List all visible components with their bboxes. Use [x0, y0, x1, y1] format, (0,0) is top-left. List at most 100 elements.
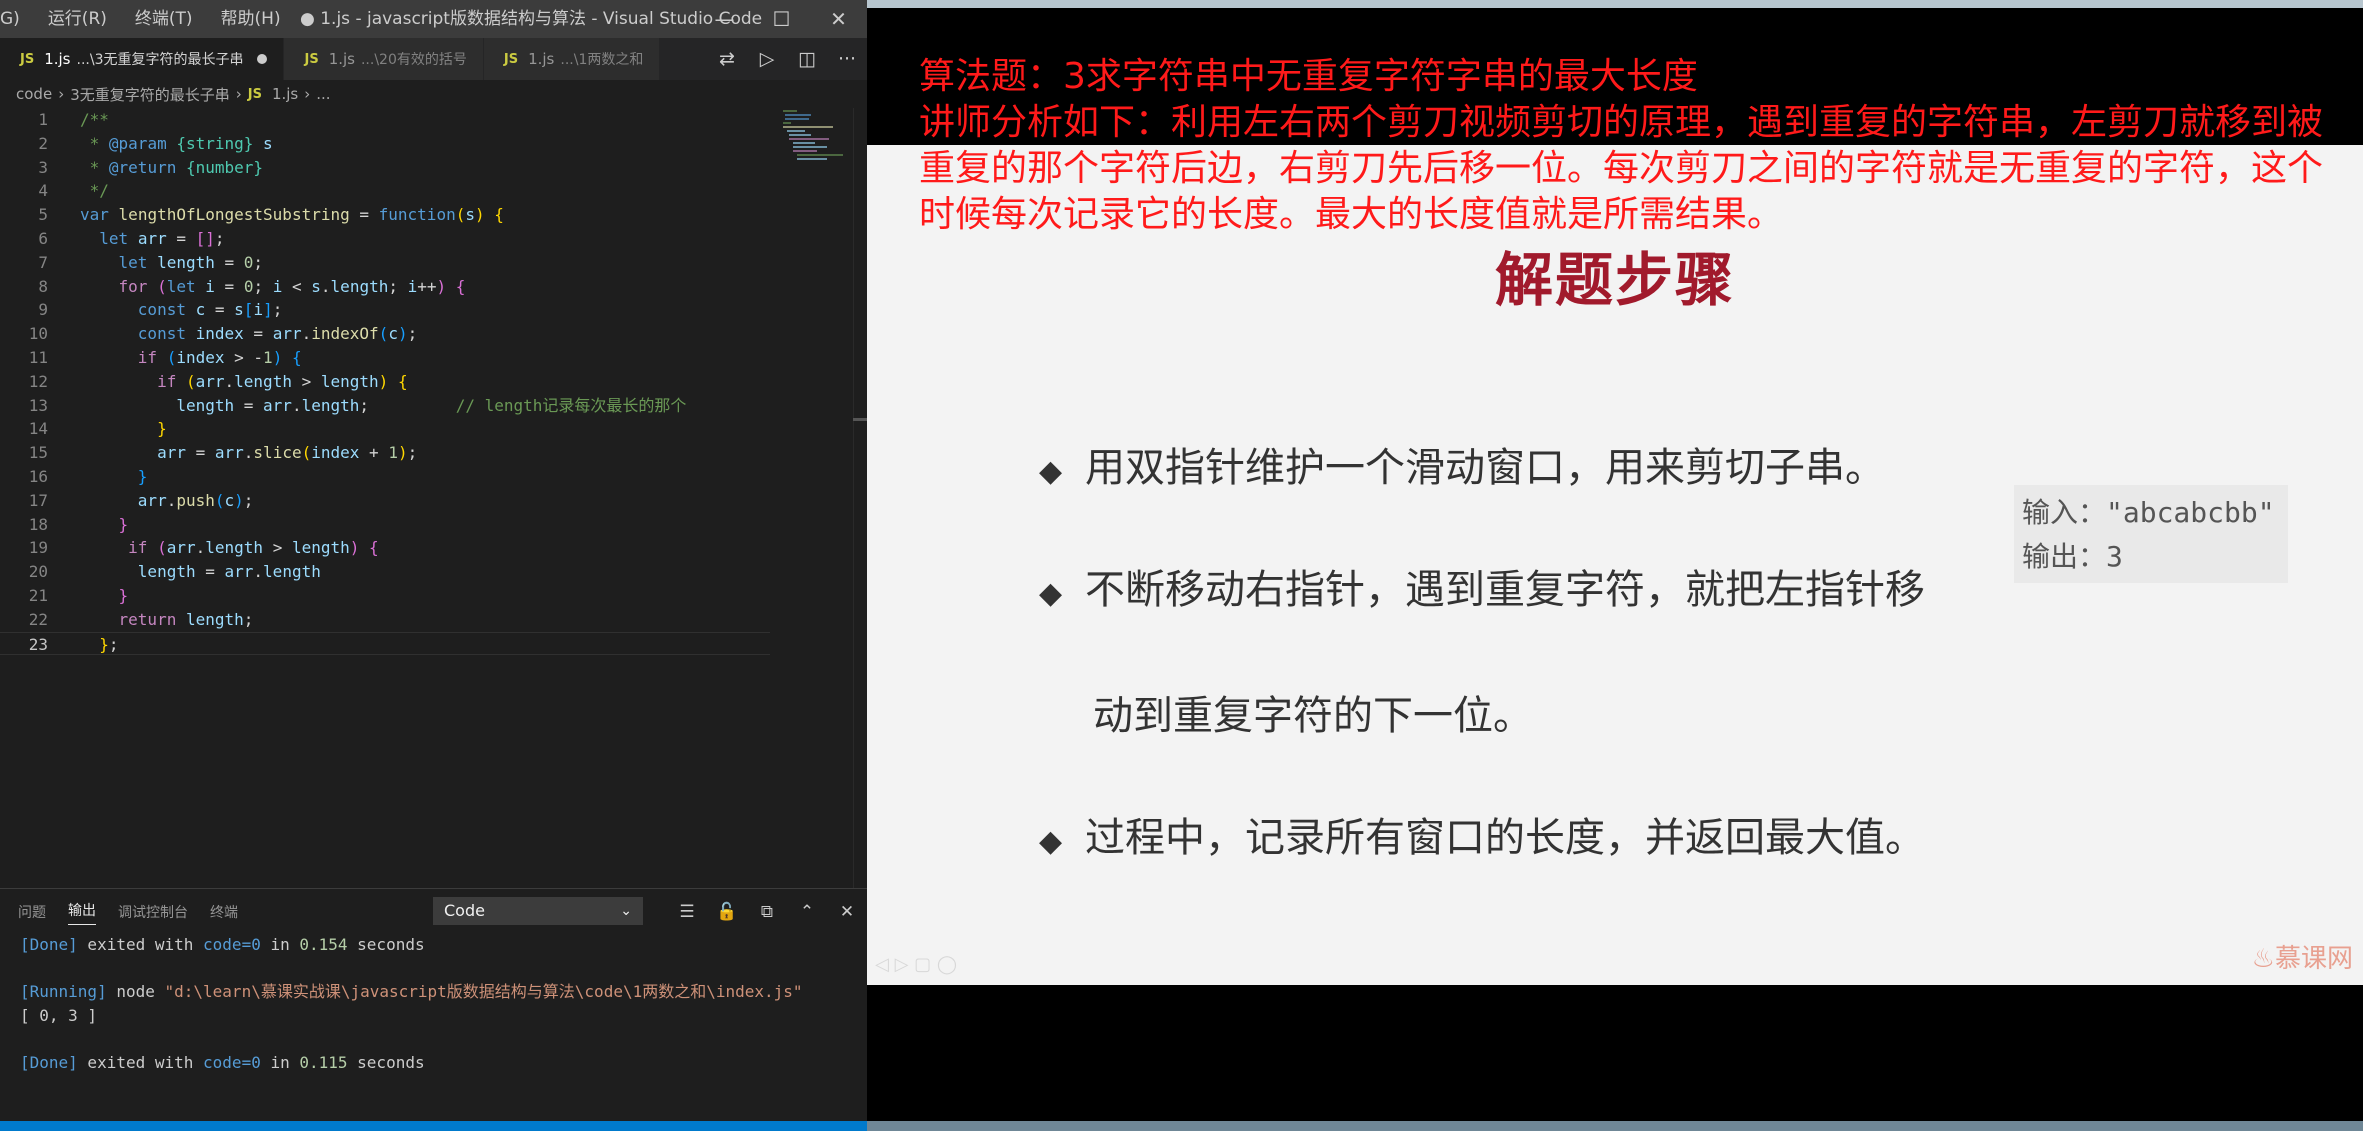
minimize-button[interactable]: — [696, 0, 753, 38]
example-output: 输出：3 [2022, 540, 2123, 573]
code-line[interactable]: let length = 0; [80, 251, 264, 275]
code-line[interactable]: */ [80, 179, 109, 203]
lecture-slide: 解题步骤 ◆ 用双指针维护一个滑动窗口，用来剪切子串。 ◆ 不断移动右指针，遇到重复… [867, 145, 2363, 985]
more-actions-icon[interactable]: ··· [827, 48, 867, 70]
breadcrumb-file[interactable]: 1.js [272, 85, 298, 103]
line-number: 23 [28, 634, 48, 654]
tab-path: ...\3无重复字符的最长子串 [76, 52, 244, 68]
breadcrumb-tail[interactable]: ... [316, 85, 330, 103]
code-line[interactable]: for (let i = 0; i < s.length; i++) { [80, 275, 466, 299]
code-line[interactable]: } [80, 465, 148, 489]
tab-20-valid-brackets[interactable]: JS 1.js ...\20有效的括号 [284, 38, 484, 80]
output-line-blank [20, 1027, 803, 1051]
code-line[interactable]: length = arr.length; // length记录每次最长的那个 [80, 394, 686, 418]
compare-changes-icon[interactable]: ⇄ [707, 48, 747, 70]
output-line: [Done] exited with code=0 in 0.115 secon… [20, 1052, 425, 1072]
example-input: 输入："abcabcbb" [2022, 496, 2275, 529]
js-file-icon: JS [503, 51, 519, 67]
video-player[interactable]: 解题步骤 ◆ 用双指针维护一个滑动窗口，用来剪切子串。 ◆ 不断移动右指针，遇到重复… [867, 0, 2363, 1131]
code-line[interactable]: } [80, 584, 129, 608]
subtitle-overlay: 算法题：3求字符串中无重复字符字串的最大长度 讲师分析如下：利用左右两个剪刀视频… [919, 54, 2349, 238]
output-channel-value: Code [444, 901, 485, 920]
scrollbar-marker [853, 418, 867, 421]
breadcrumb: code › 3无重复字符的最长子串 › JS 1.js › ... [0, 80, 867, 108]
tab-terminal[interactable]: 终端 [210, 902, 238, 922]
line-number: 2 [38, 133, 48, 153]
subtitle-line: 重复的那个字符后边，右剪刀先后移一位。每次剪刀之间的字符就是无重复的字符，这个 [919, 148, 2324, 189]
code-line[interactable]: arr.push(c); [80, 489, 254, 513]
clear-output-icon[interactable]: ☰ [667, 902, 707, 922]
tab-label: 1.js [528, 50, 555, 68]
code-line[interactable]: } [80, 513, 129, 537]
output-log[interactable]: [Done] exited with code=0 in 0.154 secon… [20, 933, 803, 1074]
code-line[interactable]: let arr = []; [80, 227, 224, 251]
player-controls-icon[interactable]: ◁ ▷ ▢ ◯ [875, 954, 957, 975]
tab-debug-console[interactable]: 调试控制台 [118, 902, 188, 922]
lock-scroll-icon[interactable]: 🔓 [707, 902, 747, 922]
line-number: 15 [28, 443, 48, 463]
js-file-icon: JS [247, 86, 262, 102]
breadcrumb-root[interactable]: code [16, 85, 52, 103]
breadcrumb-folder[interactable]: 3无重复字符的最长子串 [70, 84, 230, 105]
line-number: 13 [28, 395, 48, 415]
slide-title: 解题步骤 [1494, 246, 1735, 314]
code-line[interactable]: var lengthOfLongestSubstring = function(… [80, 203, 504, 227]
editor-scrollbar[interactable] [853, 108, 867, 888]
output-line: [ 0, 3 ] [20, 1005, 98, 1025]
tab-1-two-sum[interactable]: JS 1.js ...\1两数之和 [483, 38, 661, 80]
maximize-panel-icon[interactable]: ⌃ [787, 902, 827, 922]
code-line[interactable]: arr = arr.slice(index + 1); [80, 441, 417, 465]
code-line[interactable]: * @return {number} [80, 156, 263, 180]
watermark: ♨慕课网 [2251, 944, 2353, 974]
code-line[interactable]: if (arr.length > length) { [80, 536, 379, 560]
minimap[interactable] [783, 108, 843, 168]
maximize-button[interactable]: ☐ [753, 0, 810, 38]
line-number: 1 [38, 110, 48, 129]
code-line[interactable]: * @param {string} s [80, 132, 273, 156]
output-line: [Done] exited with code=0 in 0.154 secon… [20, 935, 425, 954]
code-line[interactable]: if (index > -1) { [80, 346, 302, 370]
code-line[interactable]: if (arr.length > length) { [80, 370, 408, 394]
chevron-right-icon: › [58, 85, 65, 103]
menu-item-help[interactable]: 帮助(H) [207, 0, 295, 38]
line-number: 8 [38, 276, 48, 296]
close-panel-icon[interactable]: ✕ [827, 902, 867, 922]
code-editor[interactable]: 1 /** 2 * @param {string} s 3 * @return {… [0, 108, 867, 888]
output-line-blank [20, 957, 803, 981]
line-number: 21 [28, 585, 48, 605]
chevron-right-icon: › [235, 85, 242, 103]
tab-3-longest-substring[interactable]: JS 1.js ...\3无重复字符的最长子串 [0, 38, 285, 80]
menu-item-go[interactable]: G) [0, 0, 34, 38]
output-channel-select[interactable]: Code ⌄ [433, 897, 643, 925]
code-line[interactable]: return length; [80, 608, 254, 632]
unsaved-dot-icon[interactable] [257, 54, 268, 64]
split-editor-icon[interactable]: ◫ [787, 48, 827, 70]
line-number: 19 [28, 538, 48, 558]
run-code-icon[interactable]: ▷ [747, 48, 787, 70]
subtitle-line: 时候每次记录它的长度。最大的长度值就是所需结果。 [919, 194, 1784, 235]
menu-item-terminal[interactable]: 终端(T) [121, 0, 207, 38]
tab-path: ...\20有效的括号 [360, 52, 467, 68]
line-number: 4 [38, 181, 48, 201]
code-line[interactable]: length = arr.length [80, 560, 321, 584]
code-line[interactable]: const c = s[i]; [80, 298, 283, 322]
tab-label: 1.js [328, 50, 355, 68]
code-line[interactable]: } [80, 417, 167, 441]
subtitle-line: 讲师分析如下：利用左右两个剪刀视频剪切的原理，遇到重复的字符串，左剪刀就移到被 [919, 102, 2324, 143]
open-log-icon[interactable]: ⧉ [747, 902, 787, 922]
tab-path: ...\1两数之和 [560, 52, 644, 68]
code-line[interactable]: /** [80, 108, 109, 132]
menu-item-run[interactable]: 运行(R) [34, 0, 121, 38]
desktop-strip [867, 1121, 2363, 1131]
js-file-icon: JS [20, 51, 35, 67]
close-button[interactable]: ✕ [810, 0, 867, 38]
diamond-icon: ◆ [1039, 576, 1063, 611]
tab-output[interactable]: 输出 [68, 900, 96, 925]
subtitle-line: 算法题：3求字符串中无重复字符字串的最大长度 [919, 56, 1698, 97]
vscode-window: G) 运行(R) 终端(T) 帮助(H) ● 1.js - javascript… [0, 0, 867, 1131]
code-line[interactable]: }; [80, 633, 118, 657]
slide-bullet: ◆ 不断移动右指针，遇到重复字符，就把左指针移 [1039, 567, 1925, 613]
diamond-icon: ◆ [1039, 454, 1063, 489]
tab-problems[interactable]: 问题 [18, 902, 46, 922]
code-line[interactable]: const index = arr.indexOf(c); [80, 322, 417, 346]
